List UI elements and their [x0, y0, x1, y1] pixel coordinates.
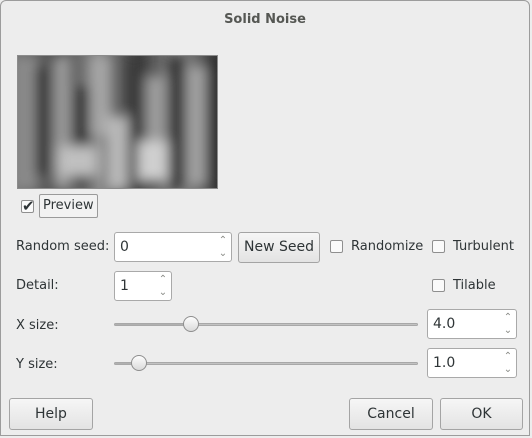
randomize-label: Randomize	[351, 239, 424, 254]
window-title: Solid Noise	[224, 12, 306, 27]
detail-label: Detail:	[16, 278, 59, 293]
turbulent-option[interactable]: Turbulent	[432, 239, 514, 254]
solid-noise-dialog: Solid Noise ✔ Preview Random seed: 0 ⌃ ⌄…	[0, 0, 530, 436]
x-size-label: X size:	[16, 318, 59, 333]
y-size-slider-handle[interactable]	[131, 355, 147, 371]
tilable-checkbox[interactable]	[432, 279, 445, 292]
y-size-label: Y size:	[16, 357, 58, 372]
turbulent-checkbox[interactable]	[432, 240, 445, 253]
y-size-value[interactable]: 1.0	[428, 349, 500, 377]
chevron-up-icon[interactable]: ⌃	[159, 274, 167, 285]
detail-value[interactable]: 1	[115, 272, 155, 300]
chevron-down-icon[interactable]: ⌄	[504, 364, 512, 375]
random-seed-label: Random seed:	[16, 239, 110, 254]
turbulent-label: Turbulent	[453, 239, 514, 254]
y-size-spinbox[interactable]: 1.0 ⌃ ⌄	[427, 348, 517, 378]
x-size-spinbox[interactable]: 4.0 ⌃ ⌄	[427, 309, 517, 339]
chevron-up-icon[interactable]: ⌃	[504, 351, 512, 362]
x-size-slider-handle[interactable]	[183, 316, 199, 332]
randomize-option[interactable]: Randomize	[330, 239, 423, 254]
ok-button[interactable]: OK	[440, 398, 523, 430]
preview-label[interactable]: Preview	[39, 194, 98, 218]
random-seed-spinbox[interactable]: 0 ⌃ ⌄	[114, 232, 232, 262]
new-seed-button[interactable]: New Seed	[238, 232, 320, 263]
tilable-option[interactable]: Tilable	[432, 278, 496, 293]
cancel-button[interactable]: Cancel	[349, 398, 433, 430]
chevron-down-icon[interactable]: ⌄	[159, 287, 167, 298]
chevron-up-icon[interactable]: ⌃	[504, 312, 512, 323]
preview-checkbox[interactable]	[21, 197, 35, 215]
x-size-slider-fill	[115, 324, 191, 325]
chevron-down-icon[interactable]: ⌄	[504, 325, 512, 336]
detail-spinbox[interactable]: 1 ⌃ ⌄	[114, 271, 172, 301]
x-size-slider[interactable]	[114, 316, 418, 332]
preview-toggle[interactable]: Preview	[21, 194, 98, 218]
chevron-up-icon[interactable]: ⌃	[219, 235, 227, 246]
y-size-slider[interactable]	[114, 355, 418, 371]
random-seed-value[interactable]: 0	[115, 233, 215, 261]
tilable-label: Tilable	[453, 278, 496, 293]
noise-preview-image	[17, 55, 218, 189]
help-button[interactable]: Help	[9, 398, 93, 430]
chevron-down-icon[interactable]: ⌄	[219, 248, 227, 259]
x-size-value[interactable]: 4.0	[428, 310, 500, 338]
randomize-checkbox[interactable]	[330, 240, 343, 253]
